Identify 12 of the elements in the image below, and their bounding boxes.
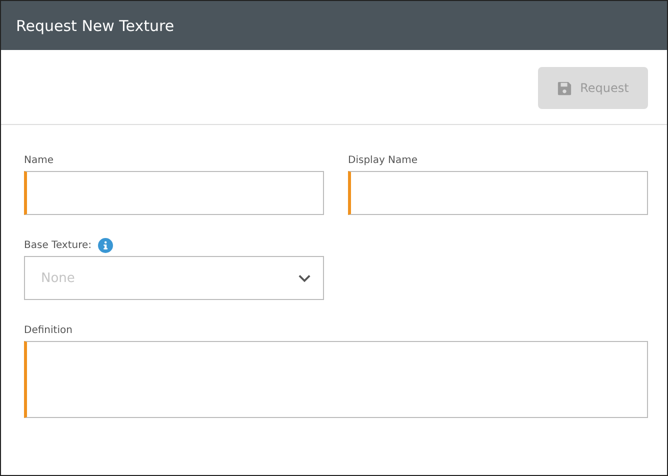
chevron-down-icon <box>298 274 311 282</box>
text-field[interactable] <box>348 171 648 215</box>
field-label: Name <box>24 154 54 166</box>
window-title: Request New Texture <box>16 16 174 34</box>
text-field[interactable] <box>24 171 324 215</box>
dropdown[interactable]: None <box>24 256 324 300</box>
field-label: Definition <box>24 324 72 336</box>
field-label: Display Name <box>348 154 418 166</box>
save-icon <box>557 80 572 96</box>
text-area[interactable] <box>24 341 648 418</box>
info-icon[interactable] <box>98 238 113 252</box>
field-label: Base Texture: <box>24 240 92 250</box>
